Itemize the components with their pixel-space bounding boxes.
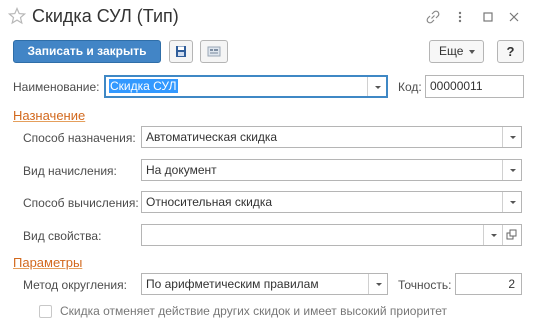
link-icon[interactable] bbox=[425, 9, 441, 25]
params-section-title[interactable]: Параметры bbox=[13, 255, 82, 270]
override-label[interactable]: Скидка отменяет действие других скидок и… bbox=[60, 304, 447, 318]
form-window: Скидка СУЛ (Тип) Записать и закрыть Еще bbox=[0, 0, 535, 329]
name-input[interactable]: Скидка СУЛ bbox=[104, 75, 388, 98]
override-checkbox[interactable] bbox=[39, 305, 52, 318]
more-vert-icon[interactable] bbox=[452, 9, 468, 25]
calc-label: Способ вычисления: bbox=[23, 196, 139, 210]
property-label: Вид свойства: bbox=[23, 229, 102, 243]
name-label: Наименование: bbox=[13, 80, 100, 94]
accrual-select[interactable]: На документ bbox=[141, 159, 522, 181]
calc-select[interactable]: Относительная скидка bbox=[141, 191, 522, 213]
rounding-dropdown-button[interactable] bbox=[368, 274, 387, 294]
window-title: Скидка СУЛ (Тип) bbox=[32, 6, 179, 26]
precision-label: Точность: bbox=[398, 278, 452, 292]
precision-input[interactable]: 2 bbox=[455, 273, 522, 295]
method-dropdown-button[interactable] bbox=[502, 127, 521, 147]
close-icon[interactable] bbox=[506, 9, 522, 25]
name-dropdown-button[interactable] bbox=[367, 77, 386, 96]
method-value: Автоматическая скидка bbox=[146, 130, 278, 144]
accrual-value: На документ bbox=[146, 163, 217, 177]
help-button[interactable]: ? bbox=[497, 40, 524, 63]
star-icon[interactable] bbox=[8, 7, 26, 25]
name-value: Скидка СУЛ bbox=[109, 79, 178, 93]
calc-dropdown-button[interactable] bbox=[502, 192, 521, 212]
save-icon bbox=[176, 46, 186, 57]
code-input[interactable]: 00000011 bbox=[425, 75, 524, 98]
code-label: Код: bbox=[398, 80, 422, 94]
accrual-label: Вид начисления: bbox=[23, 164, 117, 178]
accrual-dropdown-button[interactable] bbox=[502, 160, 521, 180]
calc-value: Относительная скидка bbox=[146, 195, 272, 209]
property-dropdown-button[interactable] bbox=[483, 225, 502, 245]
property-open-button[interactable] bbox=[502, 225, 521, 245]
rounding-value: По арифметическим правилам bbox=[146, 277, 319, 291]
rounding-label: Метод округления: bbox=[23, 278, 127, 292]
more-button-label: Еще bbox=[439, 44, 464, 58]
open-icon bbox=[506, 229, 517, 240]
more-button[interactable]: Еще bbox=[429, 40, 484, 63]
maximize-icon[interactable] bbox=[480, 9, 496, 25]
chevron-down-icon bbox=[469, 50, 475, 54]
property-input[interactable] bbox=[141, 224, 522, 246]
method-label: Способ назначения: bbox=[23, 131, 136, 145]
rounding-select[interactable]: По арифметическим правилам bbox=[141, 273, 388, 295]
method-select[interactable]: Автоматическая скидка bbox=[141, 126, 522, 148]
save-button[interactable] bbox=[169, 40, 193, 63]
save-and-close-button[interactable]: Записать и закрыть bbox=[13, 40, 161, 63]
report-button[interactable] bbox=[200, 40, 228, 63]
report-icon bbox=[207, 46, 221, 57]
purpose-section-title[interactable]: Назначение bbox=[13, 108, 85, 123]
